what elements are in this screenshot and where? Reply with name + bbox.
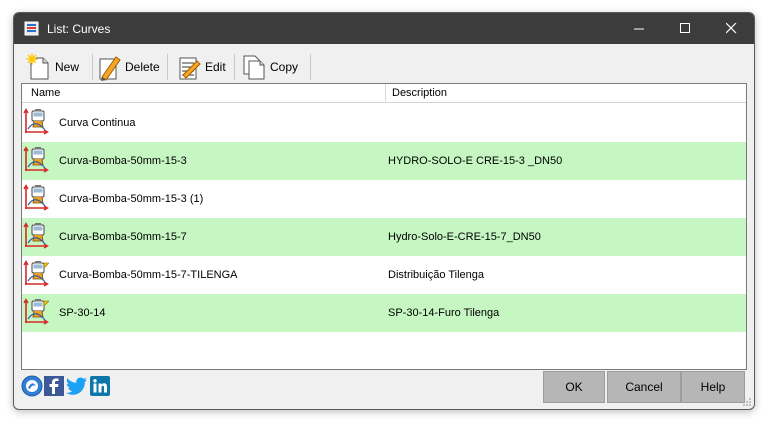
pump-curve-flag-icon xyxy=(23,298,49,325)
app-logo-icon[interactable] xyxy=(21,375,43,397)
twitter-icon[interactable] xyxy=(66,376,88,396)
delete-icon xyxy=(99,56,121,81)
toolbar-separator xyxy=(310,54,311,80)
title-bar[interactable]: List: Curves xyxy=(14,13,754,44)
facebook-icon[interactable] xyxy=(44,376,64,396)
edit-label: Edit xyxy=(205,60,226,74)
minimize-button[interactable] xyxy=(616,13,662,44)
list-row[interactable]: SP-30-14 SP-30-14-Furo Tilenga xyxy=(22,294,746,332)
delete-label: Delete xyxy=(125,60,160,74)
column-header-description[interactable]: Description xyxy=(392,84,447,102)
row-description: SP-30-14-Furo Tilenga xyxy=(388,307,500,319)
list-row[interactable]: Curva-Bomba-50mm-15-3 (1) xyxy=(22,180,746,218)
pump-curve-icon xyxy=(23,184,49,211)
row-name: Curva-Bomba-50mm-15-7-TILENGA xyxy=(59,269,238,281)
toolbar-separator xyxy=(92,54,93,80)
new-label: New xyxy=(55,60,80,74)
edit-icon xyxy=(179,57,201,80)
copy-icon xyxy=(243,55,265,80)
row-name: SP-30-14 xyxy=(59,307,106,319)
copy-label: Copy xyxy=(270,60,299,74)
delete-button[interactable]: Delete xyxy=(98,51,160,83)
row-name: Curva-Bomba-50mm-15-7 xyxy=(59,231,187,243)
pump-curve-icon xyxy=(23,222,49,249)
row-name: Curva-Bomba-50mm-15-3 (1) xyxy=(59,193,204,205)
list-window-icon xyxy=(24,21,39,36)
minimize-icon xyxy=(633,28,644,30)
pump-curve-flag-icon xyxy=(23,260,49,287)
ok-button[interactable]: OK xyxy=(543,371,605,403)
column-header-name[interactable]: Name xyxy=(31,84,60,102)
curves-list[interactable]: Name Description Curva Continua Curva-Bom… xyxy=(21,83,747,370)
edit-button[interactable]: Edit xyxy=(178,51,226,83)
toolbar-separator xyxy=(234,54,235,80)
help-button[interactable]: Help xyxy=(681,371,745,403)
row-description: Hydro-Solo-E-CRE-15-7_DN50 xyxy=(388,231,541,243)
list-header: Name Description xyxy=(22,84,746,103)
copy-button[interactable]: Copy xyxy=(241,51,298,83)
list-row[interactable]: Curva-Bomba-50mm-15-7-TILENGA Distribuiçã… xyxy=(22,256,746,294)
list-row[interactable]: Curva-Bomba-50mm-15-7 Hydro-Solo-E-CRE-15… xyxy=(22,218,746,256)
toolbar-separator xyxy=(167,54,168,80)
list-row[interactable]: Curva Continua xyxy=(22,104,746,142)
new-button[interactable]: New xyxy=(26,51,79,83)
column-divider[interactable] xyxy=(385,84,386,102)
window-title: List: Curves xyxy=(47,22,111,36)
pump-curve-icon xyxy=(23,108,49,135)
cancel-button[interactable]: Cancel xyxy=(607,371,681,403)
row-name: Curva-Bomba-50mm-15-3 xyxy=(59,155,187,167)
row-name: Curva Continua xyxy=(59,117,136,129)
list-row[interactable]: Curva-Bomba-50mm-15-3 HYDRO-SOLO-E CRE-15… xyxy=(22,142,746,180)
close-button[interactable] xyxy=(708,13,754,44)
linkedin-icon[interactable] xyxy=(90,376,110,396)
row-description: Distribuição Tilenga xyxy=(388,269,484,281)
resize-grip-icon[interactable] xyxy=(742,397,752,407)
curves-list-window: List: Curves New Delete Edit Copy Name D… xyxy=(13,12,755,410)
maximize-icon xyxy=(679,23,690,33)
row-description: HYDRO-SOLO-E CRE-15-3 _DN50 xyxy=(388,155,563,167)
new-document-icon xyxy=(26,53,49,80)
close-icon xyxy=(725,23,736,34)
maximize-button[interactable] xyxy=(662,13,708,44)
pump-curve-icon xyxy=(23,146,49,173)
